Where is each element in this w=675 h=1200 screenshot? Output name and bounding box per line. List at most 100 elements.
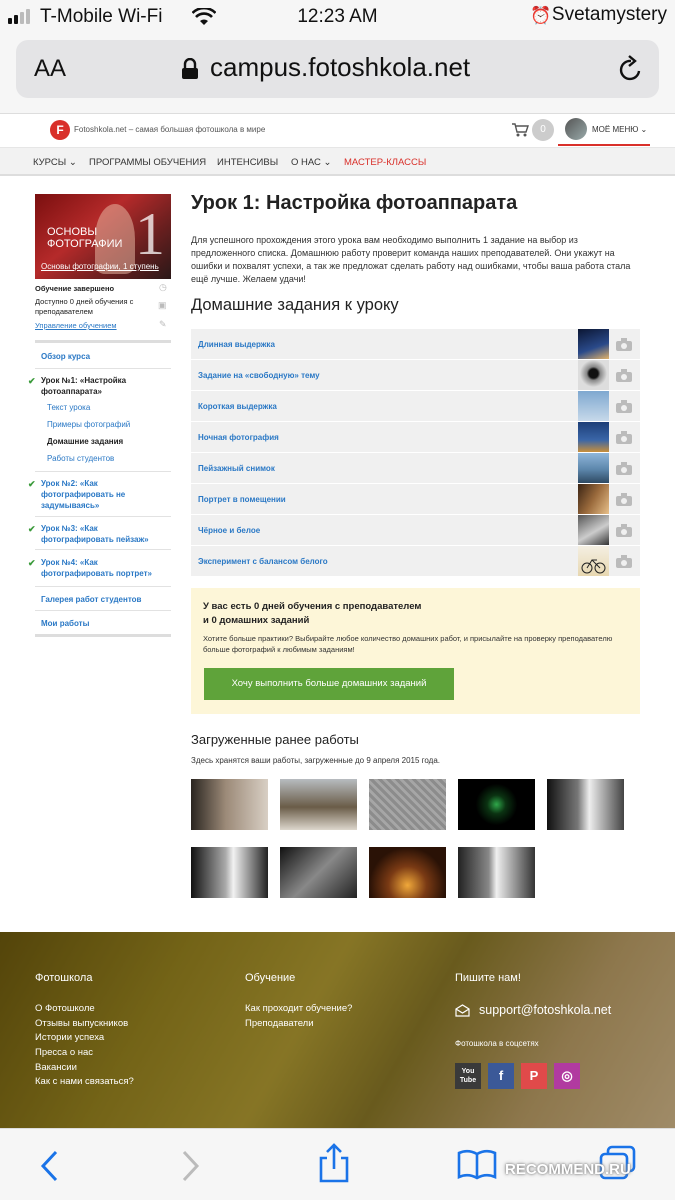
sidebar-sub-homework[interactable]: Домашние задания xyxy=(47,437,123,446)
course-cover-image[interactable]: 1 ОСНОВЫ ФОТОГРАФИИ Основы фотографии, 1… xyxy=(35,194,171,279)
sidebar-divider xyxy=(35,368,171,369)
uploaded-work-thumbnail[interactable] xyxy=(458,847,535,898)
uploaded-work-thumbnail[interactable] xyxy=(191,779,268,830)
camera-icon[interactable] xyxy=(616,524,632,537)
homework-link[interactable]: Короткая выдержка xyxy=(198,402,277,411)
address-bar[interactable]: AA campus.fotoshkola.net xyxy=(16,40,659,98)
homework-thumbnail[interactable] xyxy=(578,329,609,359)
homework-link[interactable]: Длинная выдержка xyxy=(198,340,275,349)
homework-row[interactable]: Задание на «свободную» тему xyxy=(191,360,640,390)
sidebar-item-overview[interactable]: Обзор курса xyxy=(41,351,90,362)
sidebar-divider xyxy=(35,516,171,517)
instagram-icon[interactable]: ◎ xyxy=(554,1063,580,1089)
avatar[interactable] xyxy=(565,118,587,140)
sidebar-item-lesson4[interactable]: Урок №4: «Как фотографировать портрет» xyxy=(41,557,166,579)
footer-link[interactable]: Истории успеха xyxy=(35,1032,104,1043)
homework-row[interactable]: Портрет в помещении xyxy=(191,484,640,514)
text-size-button[interactable]: AA xyxy=(34,55,66,83)
camera-icon[interactable] xyxy=(616,462,632,475)
uploaded-work-thumbnail[interactable] xyxy=(369,779,446,830)
footer-link[interactable]: Пресса о нас xyxy=(35,1047,93,1058)
homework-row[interactable]: Чёрное и белое xyxy=(191,515,640,545)
homework-thumbnail[interactable] xyxy=(578,546,609,576)
site-header: F Fotoshkola.net – самая большая фотошко… xyxy=(0,114,675,148)
homework-thumbnail[interactable] xyxy=(578,391,609,421)
my-menu-button[interactable]: МОЁ МЕНЮ ⌄ xyxy=(592,125,647,134)
homework-thumbnail[interactable] xyxy=(578,422,609,452)
homework-row[interactable]: Короткая выдержка xyxy=(191,391,640,421)
sidebar-item-lesson1[interactable]: Урок №1: «Настройка фотоаппарата» xyxy=(41,375,151,397)
homework-thumbnail[interactable] xyxy=(578,515,609,545)
nav-about[interactable]: О НАС ⌄ xyxy=(291,157,331,168)
clock-icon: ◷ xyxy=(159,282,167,292)
uploaded-work-thumbnail[interactable] xyxy=(191,847,268,898)
bookmarks-icon[interactable] xyxy=(457,1149,497,1181)
cart-icon[interactable] xyxy=(511,122,529,138)
sidebar-sub-student-works[interactable]: Работы студентов xyxy=(47,454,114,463)
forward-icon[interactable] xyxy=(180,1149,202,1183)
footer-link[interactable]: Вакансии xyxy=(35,1062,77,1073)
footer-link[interactable]: Как с нами связаться? xyxy=(35,1076,134,1087)
course-caption-link[interactable]: Основы фотографии, 1 ступень xyxy=(41,262,159,271)
youtube-icon[interactable]: You Tube xyxy=(455,1063,481,1089)
camera-icon[interactable] xyxy=(616,369,632,382)
nav-programs[interactable]: ПРОГРАММЫ ОБУЧЕНИЯ xyxy=(89,157,206,168)
facebook-icon[interactable]: f xyxy=(488,1063,514,1089)
camera-icon[interactable] xyxy=(616,431,632,444)
promo-heading-line2: и 0 домашних заданий xyxy=(203,615,310,626)
homework-thumbnail[interactable] xyxy=(578,453,609,483)
site-footer: Фотошкола О Фотошколе Отзывы выпускников… xyxy=(0,932,675,1128)
nav-courses[interactable]: КУРСЫ ⌄ xyxy=(33,157,77,168)
footer-link[interactable]: Преподаватели xyxy=(245,1018,314,1029)
uploaded-work-thumbnail[interactable] xyxy=(280,779,357,830)
homework-row[interactable]: Ночная фотография xyxy=(191,422,640,452)
homework-link[interactable]: Пейзажный снимок xyxy=(198,464,275,473)
reload-icon[interactable] xyxy=(617,54,645,84)
course-cover-title: ОСНОВЫ ФОТОГРАФИИ xyxy=(47,226,122,250)
sidebar-item-lesson2[interactable]: Урок №2: «Как фотографировать не задумыв… xyxy=(41,478,159,511)
sidebar-item-gallery[interactable]: Галерея работ студентов xyxy=(41,594,141,605)
support-email-link[interactable]: support@fotoshkola.net xyxy=(479,1003,611,1017)
share-icon[interactable] xyxy=(317,1143,351,1183)
camera-icon[interactable] xyxy=(616,400,632,413)
homework-link[interactable]: Задание на «свободную» тему xyxy=(198,371,320,380)
nav-intensives[interactable]: ИНТЕНСИВЫ xyxy=(217,157,278,168)
camera-icon[interactable] xyxy=(616,555,632,568)
url-text[interactable]: campus.fotoshkola.net xyxy=(210,52,470,83)
footer-link[interactable]: Отзывы выпускников xyxy=(35,1018,128,1029)
pinterest-icon[interactable]: P xyxy=(521,1063,547,1089)
homework-thumbnail[interactable] xyxy=(578,360,609,390)
uploaded-work-thumbnail[interactable] xyxy=(547,779,624,830)
sidebar-divider xyxy=(35,586,171,587)
sidebar-sub-text[interactable]: Текст урока xyxy=(47,403,90,412)
sidebar-divider xyxy=(35,471,171,472)
homework-row[interactable]: Эксперимент с балансом белого xyxy=(191,546,640,576)
cart-count-badge[interactable]: 0 xyxy=(532,119,554,141)
homework-link[interactable]: Ночная фотография xyxy=(198,433,279,442)
footer-link[interactable]: Как проходит обучение? xyxy=(245,1003,352,1014)
footer-col1-title: Фотошкола xyxy=(35,972,93,984)
more-homework-button[interactable]: Хочу выполнить больше домашних заданий xyxy=(204,668,454,700)
footer-link[interactable]: О Фотошколе xyxy=(35,1003,95,1014)
nav-masterclasses[interactable]: МАСТЕР-КЛАССЫ xyxy=(344,157,426,168)
homework-row[interactable]: Пейзажный снимок xyxy=(191,453,640,483)
uploaded-work-thumbnail[interactable] xyxy=(458,779,535,830)
sidebar-item-lesson3[interactable]: Урок №3: «Как фотографировать пейзаж» xyxy=(41,523,166,545)
sidebar-sub-examples[interactable]: Примеры фотографий xyxy=(47,420,130,429)
homework-link[interactable]: Чёрное и белое xyxy=(198,526,260,535)
homework-link[interactable]: Портрет в помещении xyxy=(198,495,286,504)
camera-icon[interactable] xyxy=(616,493,632,506)
footer-overlay xyxy=(0,932,675,1128)
camera-icon[interactable] xyxy=(616,338,632,351)
sidebar-item-my-works[interactable]: Мои работы xyxy=(41,618,89,629)
uploaded-work-thumbnail[interactable] xyxy=(280,847,357,898)
uploaded-work-thumbnail[interactable] xyxy=(369,847,446,898)
main-nav: КУРСЫ ⌄ ПРОГРАММЫ ОБУЧЕНИЯ ИНТЕНСИВЫ О Н… xyxy=(0,148,675,176)
manage-learning-link[interactable]: Управление обучением xyxy=(35,321,117,330)
back-icon[interactable] xyxy=(38,1149,60,1183)
homework-row[interactable]: Длинная выдержка xyxy=(191,329,640,359)
site-logo[interactable]: F xyxy=(50,120,70,140)
sidebar-divider xyxy=(35,634,171,637)
homework-thumbnail[interactable] xyxy=(578,484,609,514)
homework-link[interactable]: Эксперимент с балансом белого xyxy=(198,557,328,566)
